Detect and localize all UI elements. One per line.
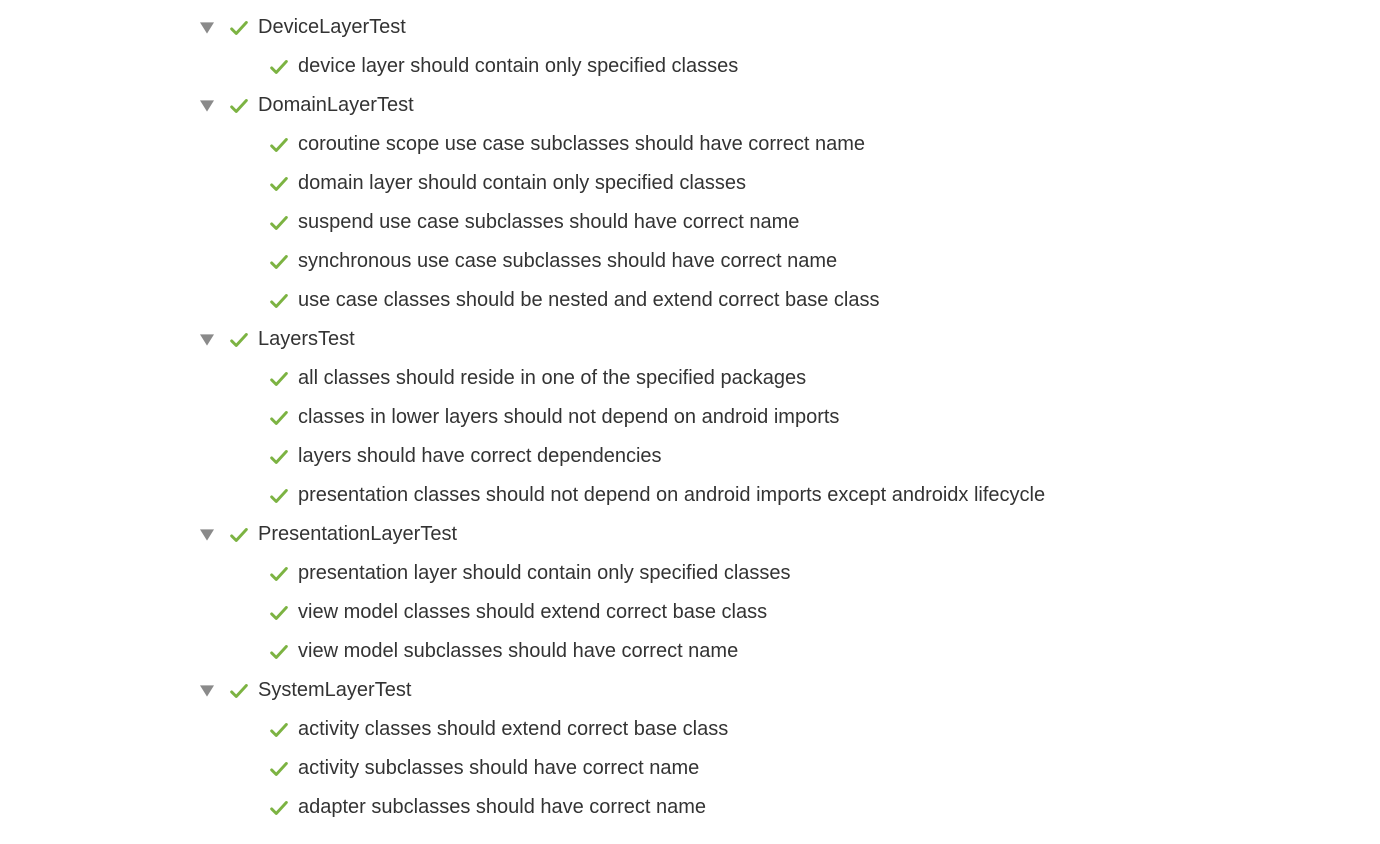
test-case-label: adapter subclasses should have correct n… bbox=[298, 788, 706, 827]
test-results-tree: DeviceLayerTestdevice layer should conta… bbox=[198, 8, 1380, 827]
test-case-label: view model classes should extend correct… bbox=[298, 593, 767, 632]
test-case-label: suspend use case subclasses should have … bbox=[298, 203, 799, 242]
check-icon bbox=[228, 329, 250, 351]
test-group-row[interactable]: SystemLayerTest bbox=[198, 671, 1380, 710]
test-group-row[interactable]: LayersTest bbox=[198, 320, 1380, 359]
test-case-label: presentation classes should not depend o… bbox=[298, 476, 1045, 515]
check-icon bbox=[268, 134, 290, 156]
test-group-label: SystemLayerTest bbox=[258, 671, 411, 710]
check-icon bbox=[228, 95, 250, 117]
test-case-row[interactable]: domain layer should contain only specifi… bbox=[198, 164, 1380, 203]
test-case-label: activity classes should extend correct b… bbox=[298, 710, 728, 749]
test-case-row[interactable]: coroutine scope use case subclasses shou… bbox=[198, 125, 1380, 164]
caret-down-icon[interactable] bbox=[198, 100, 216, 112]
test-case-row[interactable]: classes in lower layers should not depen… bbox=[198, 398, 1380, 437]
test-case-label: all classes should reside in one of the … bbox=[298, 359, 806, 398]
test-case-label: coroutine scope use case subclasses shou… bbox=[298, 125, 865, 164]
test-case-row[interactable]: view model classes should extend correct… bbox=[198, 593, 1380, 632]
caret-down-icon[interactable] bbox=[198, 529, 216, 541]
test-case-row[interactable]: adapter subclasses should have correct n… bbox=[198, 788, 1380, 827]
caret-down-icon[interactable] bbox=[198, 22, 216, 34]
check-icon bbox=[268, 602, 290, 624]
check-icon bbox=[268, 212, 290, 234]
test-case-row[interactable]: view model subclasses should have correc… bbox=[198, 632, 1380, 671]
test-group-label: PresentationLayerTest bbox=[258, 515, 457, 554]
test-case-row[interactable]: layers should have correct dependencies bbox=[198, 437, 1380, 476]
check-icon bbox=[268, 407, 290, 429]
check-icon bbox=[268, 251, 290, 273]
check-icon bbox=[268, 290, 290, 312]
test-case-label: device layer should contain only specifi… bbox=[298, 47, 738, 86]
check-icon bbox=[268, 797, 290, 819]
check-icon bbox=[268, 758, 290, 780]
test-group-label: DomainLayerTest bbox=[258, 86, 414, 125]
test-group-label: DeviceLayerTest bbox=[258, 8, 406, 47]
check-icon bbox=[228, 680, 250, 702]
test-case-row[interactable]: activity classes should extend correct b… bbox=[198, 710, 1380, 749]
test-case-label: presentation layer should contain only s… bbox=[298, 554, 791, 593]
test-case-row[interactable]: activity subclasses should have correct … bbox=[198, 749, 1380, 788]
test-case-label: layers should have correct dependencies bbox=[298, 437, 662, 476]
test-case-row[interactable]: use case classes should be nested and ex… bbox=[198, 281, 1380, 320]
test-case-row[interactable]: synchronous use case subclasses should h… bbox=[198, 242, 1380, 281]
check-icon bbox=[268, 485, 290, 507]
test-case-label: view model subclasses should have correc… bbox=[298, 632, 738, 671]
check-icon bbox=[268, 446, 290, 468]
test-case-label: domain layer should contain only specifi… bbox=[298, 164, 746, 203]
test-group-row[interactable]: DomainLayerTest bbox=[198, 86, 1380, 125]
test-case-row[interactable]: presentation classes should not depend o… bbox=[198, 476, 1380, 515]
test-case-row[interactable]: suspend use case subclasses should have … bbox=[198, 203, 1380, 242]
check-icon bbox=[268, 368, 290, 390]
check-icon bbox=[228, 524, 250, 546]
test-case-row[interactable]: all classes should reside in one of the … bbox=[198, 359, 1380, 398]
test-case-label: activity subclasses should have correct … bbox=[298, 749, 699, 788]
caret-down-icon[interactable] bbox=[198, 334, 216, 346]
check-icon bbox=[268, 563, 290, 585]
check-icon bbox=[228, 17, 250, 39]
test-group-row[interactable]: DeviceLayerTest bbox=[198, 8, 1380, 47]
test-case-label: synchronous use case subclasses should h… bbox=[298, 242, 837, 281]
test-case-row[interactable]: device layer should contain only specifi… bbox=[198, 47, 1380, 86]
test-case-row[interactable]: presentation layer should contain only s… bbox=[198, 554, 1380, 593]
check-icon bbox=[268, 173, 290, 195]
check-icon bbox=[268, 719, 290, 741]
test-group-row[interactable]: PresentationLayerTest bbox=[198, 515, 1380, 554]
check-icon bbox=[268, 56, 290, 78]
check-icon bbox=[268, 641, 290, 663]
test-group-label: LayersTest bbox=[258, 320, 355, 359]
test-case-label: use case classes should be nested and ex… bbox=[298, 281, 879, 320]
caret-down-icon[interactable] bbox=[198, 685, 216, 697]
test-case-label: classes in lower layers should not depen… bbox=[298, 398, 839, 437]
